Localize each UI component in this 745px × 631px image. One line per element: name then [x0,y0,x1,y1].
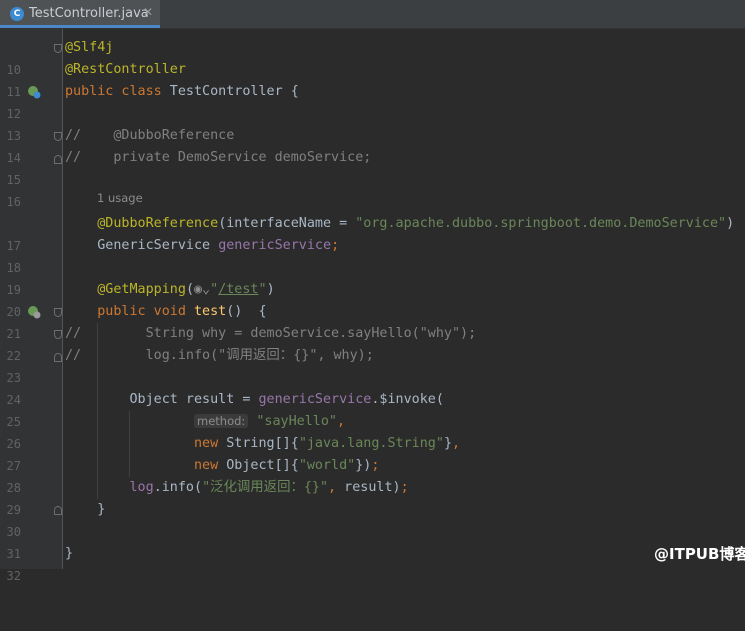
code-line: 12 public class TestController { [0,81,745,121]
fold-marker[interactable] [54,353,62,362]
code-line: 23 // log.info("调用返回：{}", why); [0,345,745,385]
close-icon[interactable]: ✕ [143,5,153,19]
code-line: 15 // private DemoService demoService; [0,147,745,187]
code-line: 28 new Object[]{"world"}); [0,455,745,495]
fold-marker[interactable] [54,44,62,53]
editor-tab-bar: C TestController.java ✕ [0,0,745,29]
usage-hint[interactable]: 1 usage [97,191,143,205]
indent-guide [97,323,98,499]
code-text: public void test() { [97,304,267,319]
code-line: 29 log.info("泛化调用返回：{}", result); [0,477,745,517]
line-number: 32 [6,569,21,583]
code-text: // @DubboReference [65,128,235,143]
code-line: 1 usage [0,191,745,213]
code-line: 26 method: "sayHello", [0,411,745,451]
code-text: @DubboReference(interfaceName = "org.apa… [97,216,735,231]
code-text: public class TestController { [65,84,299,99]
fold-marker[interactable] [54,330,62,339]
code-line: 11 @RestController [0,59,745,99]
indent-guide [129,411,130,477]
code-line: 20 @GetMapping(◉⌄"/test") [0,279,745,319]
code-line: 27 new String[]{"java.lang.String"}, [0,433,745,473]
parameter-hint: method: [194,414,249,428]
code-line: 18 GenericService genericService; [0,235,745,275]
fold-marker[interactable] [54,155,62,164]
code-line: 14 // @DubboReference [0,125,745,165]
code-text: @RestController [65,62,186,77]
code-line: 13 [0,103,745,143]
code-text: // log.info("调用返回：{}", why); [65,348,374,363]
code-line: 19 [0,257,745,297]
code-line: 16 [0,169,745,209]
tab-test-controller[interactable]: C TestController.java ✕ [0,0,160,28]
code-line: 25 Object result = genericService.$invok… [0,389,745,429]
code-line: 22 // String why = demoService.sayHello(… [0,323,745,363]
code-line: 24 [0,367,745,407]
tab-title: TestController.java [29,6,149,21]
code-line: 32 } [0,543,745,583]
code-text: Object result = genericService.$invoke( [65,392,444,407]
watermark: @ITPUB博客 [654,545,745,563]
code-line: 21 public void test() { [0,301,745,341]
globe-icon[interactable]: ◉⌄ [194,282,210,297]
code-text: } [65,546,74,561]
code-text: method: "sayHello", [65,411,345,433]
code-text: log.info("泛化调用返回：{}", result); [129,480,409,495]
code-line: 30 } [0,499,745,539]
fold-marker[interactable] [54,308,62,317]
code-line: 10 @Slf4j [0,37,745,77]
spring-bean-icon[interactable] [27,85,41,99]
code-text: @GetMapping(◉⌄"/test") [97,282,275,297]
code-line: 31 [0,521,745,561]
code-text: new String[]{"java.lang.String"}, [194,436,461,451]
fold-marker[interactable] [54,506,62,515]
code-text: new Object[]{"world"}); [194,458,380,473]
java-class-icon: C [10,7,24,21]
code-text: @Slf4j [65,40,114,55]
fold-marker[interactable] [54,132,62,141]
code-text: GenericService genericService; [65,238,340,253]
code-text: // String why = demoService.sayHello("wh… [65,326,477,341]
code-text: } [65,502,106,517]
code-line: 17 @DubboReference(interfaceName = "org.… [0,213,745,253]
endpoint-icon[interactable] [27,305,41,319]
code-text: // private DemoService demoService; [65,150,372,165]
